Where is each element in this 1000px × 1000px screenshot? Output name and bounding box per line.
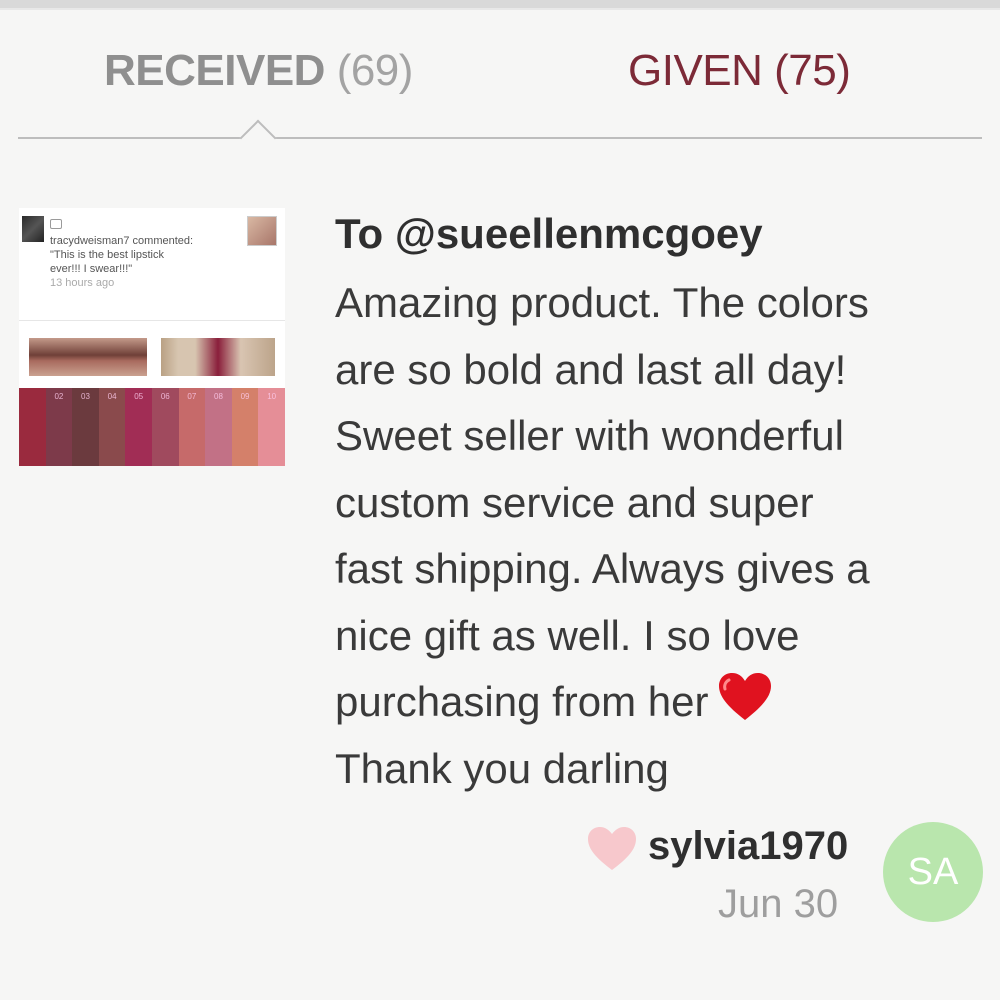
- review-line: are so bold and last all day!: [335, 345, 847, 393]
- lipstick-swatch: 02: [45, 388, 73, 466]
- thumbnail-comment-time: 13 hours ago: [50, 277, 115, 289]
- lipstick-swatch: 06: [151, 388, 179, 466]
- lipstick-swatches: 02 03 04 05 06 07 08 09 10: [19, 388, 285, 466]
- swatch-label: 08: [214, 392, 223, 401]
- tab-given-label: GIVEN: [628, 46, 763, 95]
- swatch-label: 03: [81, 392, 90, 401]
- review-line: Thank you darling: [335, 744, 669, 792]
- thumbnail-comment-text: tracydweisman7 commented: "This is the b…: [50, 234, 260, 290]
- tab-underline: [18, 137, 982, 139]
- commenter-avatar: [22, 216, 44, 242]
- lipstick-swatch: 09: [231, 388, 259, 466]
- lipstick-swatch: 10: [258, 388, 285, 466]
- top-divider: [0, 0, 1000, 10]
- review-line: Amazing product. The colors: [335, 279, 869, 326]
- review-line: Sweet seller with wonderful: [335, 412, 844, 459]
- review-date: Jun 30: [718, 882, 839, 926]
- reviewer-username[interactable]: sylvia1970: [648, 824, 848, 869]
- review-line: custom service and super: [335, 478, 814, 526]
- swatch-label: 06: [160, 392, 170, 401]
- review-recipient: To @sueellenmcgoey: [335, 210, 763, 257]
- lips-photo-2: [161, 338, 275, 376]
- lipstick-swatch: 05: [125, 388, 152, 466]
- thumbnail-comment-card: tracydweisman7 commented: "This is the b…: [19, 208, 285, 320]
- lips-photo-1: [29, 338, 147, 376]
- lipstick-swatch: [19, 388, 46, 466]
- review-line: fast shipping. Always gives a: [335, 545, 870, 592]
- tab-received-label: RECEIVED: [104, 46, 325, 95]
- tab-received-count: (69): [336, 46, 414, 95]
- lipstick-swatch: 03: [72, 388, 99, 466]
- review-line: nice gift as well. I so love: [335, 611, 800, 659]
- swatch-label: 07: [187, 392, 197, 401]
- swatch-label: 02: [54, 392, 64, 401]
- lipstick-swatch: 04: [98, 388, 126, 466]
- review-line: purchasing from her: [335, 678, 709, 725]
- red-heart-icon: [718, 673, 771, 720]
- thumbnail-comment-line: "This is the best lipstick: [50, 249, 164, 261]
- lipstick-swatch: 07: [178, 388, 206, 466]
- thumbnail-comment-line: ever!!! I swear!!!": [50, 263, 133, 275]
- swatch-label: 10: [267, 392, 277, 401]
- tab-received[interactable]: RECEIVED (69): [104, 46, 413, 96]
- listing-thumbnail[interactable]: tracydweisman7 commented: "This is the b…: [19, 208, 285, 466]
- swatch-label: 04: [107, 392, 117, 401]
- like-heart-icon[interactable]: [586, 826, 638, 872]
- review-line-with-emoji: purchasing from her: [335, 669, 985, 736]
- thumbnail-divider: [19, 320, 285, 321]
- tab-given-count: (75): [774, 46, 851, 95]
- swatch-label: 05: [134, 392, 144, 401]
- lipstick-swatch: 08: [205, 388, 232, 466]
- thumbnail-comment-line: tracydweisman7 commented:: [50, 235, 194, 247]
- tab-given[interactable]: GIVEN (75): [628, 46, 851, 96]
- review-text: Amazing product. The colors are so bold …: [335, 270, 985, 802]
- reviewer-avatar[interactable]: SA: [883, 822, 983, 922]
- tab-bar: RECEIVED (69) GIVEN (75): [0, 10, 1000, 130]
- swatch-label: 09: [240, 392, 250, 401]
- comment-bubble-icon: [50, 219, 62, 229]
